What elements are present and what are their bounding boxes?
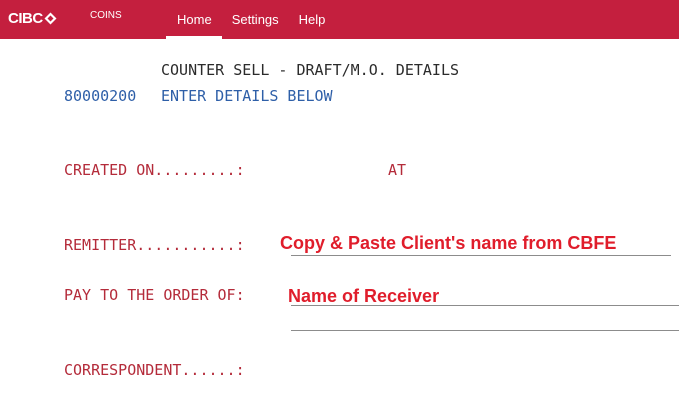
at-label: AT — [388, 161, 407, 179]
remitter-field-underline[interactable] — [291, 255, 671, 256]
pay-to-field-underline-1[interactable] — [291, 305, 679, 306]
created-on-label: CREATED ON.........: — [64, 161, 245, 179]
pay-to-label: PAY TO THE ORDER OF: — [64, 286, 245, 304]
correspondent-label: CORRESPONDENT......: — [64, 361, 245, 379]
message-text: ENTER DETAILS BELOW — [161, 87, 333, 105]
pay-to-value[interactable]: Name of Receiver — [288, 286, 439, 306]
remitter-label: REMITTER...........: — [64, 236, 245, 254]
terminal-screen: COUNTER SELL - DRAFT/M.O. DETAILS 800002… — [0, 0, 679, 408]
pay-to-field-underline-2[interactable] — [291, 330, 679, 331]
message-code: 80000200 — [64, 87, 137, 105]
screen-title: COUNTER SELL - DRAFT/M.O. DETAILS — [161, 61, 460, 79]
remitter-value[interactable]: Copy & Paste Client's name from CBFE — [280, 233, 616, 253]
